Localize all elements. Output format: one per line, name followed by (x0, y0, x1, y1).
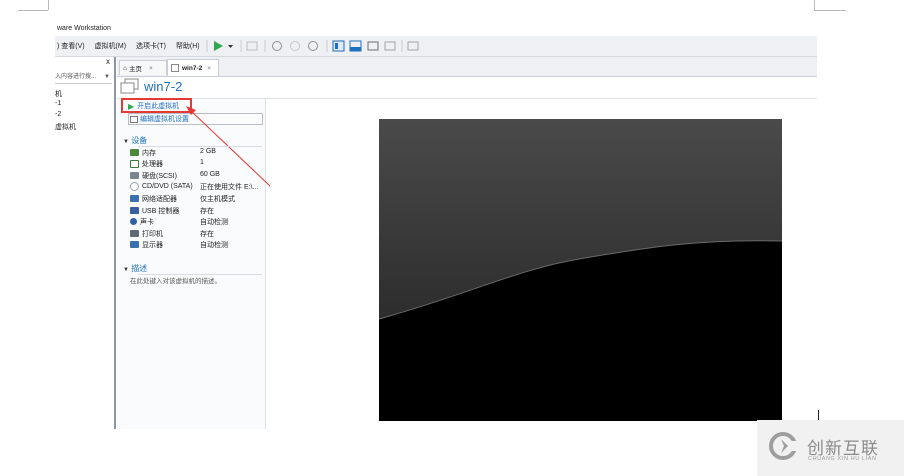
monitor-icon (130, 241, 139, 248)
toolbar (206, 40, 419, 52)
library-search-input[interactable]: 入内容进行搜... ▼ (55, 71, 112, 84)
hdd-icon (130, 172, 139, 179)
snapshot-icon[interactable] (272, 41, 282, 51)
tab-home-close-icon[interactable]: × (149, 65, 153, 72)
device-name: USB 控制器 (142, 207, 180, 215)
library-close-button[interactable]: x (106, 57, 110, 66)
device-value: 自动检测 (200, 242, 228, 249)
cpu-icon (130, 159, 139, 168)
description-text[interactable]: 在此处键入对该虚拟机的描述。 (130, 275, 221, 285)
device-name: 声卡 (140, 218, 154, 226)
revert-snapshot-icon[interactable] (290, 41, 300, 51)
watermark-sub: CHUANG XIN HU LIAN (808, 456, 877, 462)
annotation-arrow (186, 106, 271, 187)
device-value: 2 GB (200, 148, 216, 155)
menu-items: ) 查看(V) 虚拟机(M) 选项卡(T) 帮助(H) (57, 41, 208, 51)
menu-view[interactable]: ) 查看(V) (57, 43, 85, 50)
memory-icon (130, 149, 139, 156)
watermark-logo (769, 432, 802, 460)
device-row-network[interactable]: 网络适配器 (130, 193, 177, 204)
device-row-usb[interactable]: USB 控制器 (130, 205, 179, 216)
printer-icon (130, 230, 139, 237)
device-value: 仅主机模式 (200, 196, 235, 203)
cd-icon (130, 182, 139, 191)
device-row-hdd[interactable]: 硬盘(SCSI) (130, 170, 177, 181)
menu-help[interactable]: 帮助(H) (176, 43, 200, 50)
device-name: 内存 (142, 149, 156, 157)
device-row-cpu[interactable]: 处理器 (130, 158, 163, 169)
tab-bar (117, 57, 817, 77)
corner-mark-right-v (814, 0, 815, 10)
home-icon: ⌂ (123, 64, 127, 72)
device-name: 打印机 (142, 230, 163, 238)
menu-tabs[interactable]: 选项卡(T) (136, 43, 166, 50)
tab-home-label: 主页 (128, 66, 142, 73)
vm-tab-icon (171, 64, 179, 72)
window-title: ware Workstation (57, 25, 111, 32)
device-name: CD/DVD (SATA) (142, 183, 193, 190)
search-placeholder: 入内容进行搜... (55, 74, 97, 80)
tab-home[interactable]: ⌂ 主页 × (119, 60, 167, 75)
device-name: 网络适配器 (142, 195, 177, 203)
menu-vm[interactable]: 虚拟机(M) (95, 43, 127, 50)
device-value: 存在 (200, 231, 214, 238)
tab-win7-2-label: win7-2 (182, 64, 203, 72)
description-header-label: 描述 (131, 264, 148, 273)
tree-item-3[interactable]: 虚拟机 (55, 122, 76, 132)
device-row-monitor[interactable]: 显示器 (130, 239, 163, 250)
device-name: 处理器 (142, 160, 163, 168)
show-library-icon[interactable] (332, 40, 345, 52)
device-name: 硬盘(SCSI) (142, 172, 177, 180)
usb-icon (130, 207, 139, 214)
network-icon (130, 195, 139, 202)
library-panel (55, 57, 116, 429)
device-value: 自动检测 (200, 219, 228, 226)
devices-header[interactable]: ▼ 设备 (123, 135, 147, 146)
search-dropdown-icon[interactable]: ▼ (104, 71, 110, 83)
devices-divider (138, 146, 262, 147)
tree-item-1[interactable]: -1 (55, 100, 61, 107)
tab-win7-2-close-icon[interactable]: × (207, 65, 211, 72)
device-name: 显示器 (142, 241, 163, 249)
snapshot-manager-icon[interactable] (308, 41, 318, 51)
device-value: 正在使用文件 E:\... (200, 184, 259, 191)
unity-icon[interactable] (384, 41, 396, 51)
console-view-icon[interactable] (407, 41, 419, 51)
device-row-memory[interactable]: 内存 (130, 147, 156, 158)
send-keys-icon[interactable] (246, 41, 258, 51)
settings-icon (130, 115, 138, 123)
full-screen-icon[interactable] (367, 41, 379, 51)
tab-win7-2[interactable]: win7-2 × (167, 59, 219, 76)
device-row-sound[interactable]: 声卡 (130, 216, 154, 227)
collapse-icon: ▼ (123, 139, 129, 145)
device-value: 60 GB (200, 171, 220, 178)
sound-icon (130, 218, 137, 225)
device-row-cd[interactable]: CD/DVD (SATA) (130, 181, 193, 192)
device-value: 存在 (200, 208, 214, 215)
play-icon[interactable] (214, 41, 223, 51)
corner-mark-left-v (48, 0, 49, 10)
description-header[interactable]: ▼ 描述 (123, 263, 147, 274)
collapse-icon: ▼ (123, 267, 129, 273)
vm-title: win7-2 (144, 79, 183, 94)
vm-icon (120, 78, 139, 94)
dropdown-arrow-icon[interactable] (228, 45, 233, 48)
tree-item-2[interactable]: -2 (55, 111, 61, 118)
corner-mark-left (18, 0, 48, 11)
device-row-printer[interactable]: 打印机 (130, 228, 163, 239)
vm-preview-thumbnail[interactable] (379, 119, 782, 421)
corner-mark-right (814, 0, 846, 11)
tree-item-0[interactable]: 机 (55, 89, 62, 99)
device-value: 1 (200, 159, 204, 166)
devices-header-label: 设备 (131, 136, 148, 145)
